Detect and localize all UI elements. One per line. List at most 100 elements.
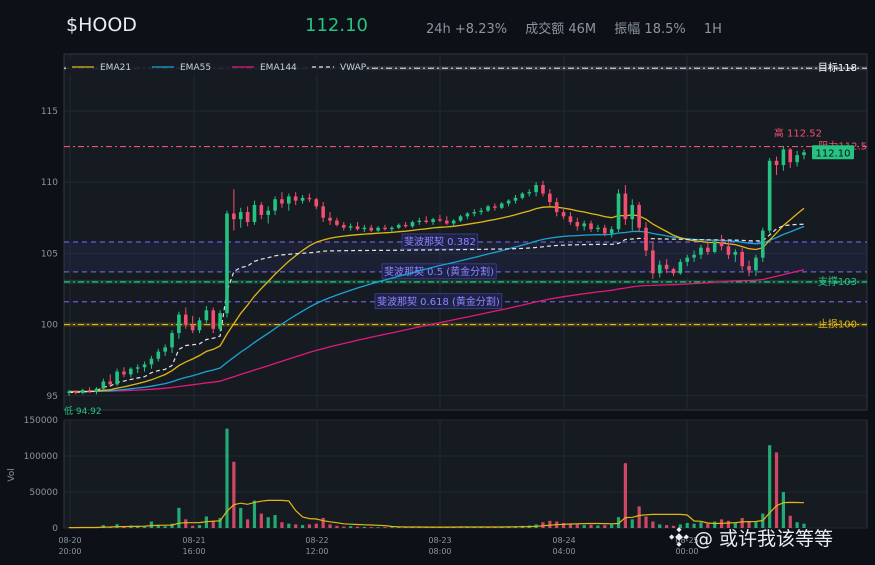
volume-bar: [589, 524, 593, 528]
y-tick-115: 115: [41, 107, 58, 117]
volume-bar: [197, 525, 202, 528]
watermark-text: @ 或许我该等等: [694, 528, 834, 550]
volume-bar: [376, 527, 380, 528]
volume-bar: [245, 519, 250, 528]
volume-bar: [328, 524, 332, 528]
volume-bar: [610, 524, 614, 528]
candle-body: [527, 192, 532, 194]
candle-body: [204, 310, 209, 321]
candle-body: [287, 196, 291, 204]
x-tick-date-4: 08-24: [552, 536, 575, 545]
candle-body: [129, 368, 133, 375]
candle-body: [170, 333, 174, 348]
candle-body: [183, 314, 188, 325]
candle-body: [101, 381, 106, 389]
volume-bar: [658, 524, 662, 528]
candle-body: [774, 160, 779, 166]
candle-body: [218, 313, 222, 329]
candle-body: [87, 390, 92, 392]
volume-bar: [768, 445, 772, 528]
candle-body: [321, 206, 325, 218]
candle-body: [651, 250, 655, 274]
volume-bar: [548, 520, 552, 528]
candle-body: [465, 213, 470, 217]
candle-body: [376, 227, 380, 231]
volume-bar: [781, 492, 785, 528]
volume-bar: [163, 526, 167, 528]
candle-body: [726, 246, 731, 255]
y-tick-100: 100: [41, 321, 58, 331]
volume-bar: [335, 525, 339, 528]
candle-body: [513, 197, 518, 201]
candle-body: [80, 390, 85, 393]
y-tick-95: 95: [47, 392, 58, 402]
volume-bar: [390, 527, 394, 528]
candle-body: [424, 220, 428, 223]
candle-body: [541, 185, 545, 194]
last-price-tag-text: 112.10: [816, 148, 851, 159]
volume-bar: [596, 525, 600, 528]
high-label: 高 112.52: [774, 126, 822, 139]
candle-body: [211, 310, 216, 329]
candle-body: [431, 219, 435, 223]
volume-bar: [232, 461, 236, 528]
candle-body: [225, 213, 229, 314]
x-tick-time-1: 16:00: [182, 547, 205, 556]
candle-body: [266, 210, 271, 215]
candle-body: [245, 212, 250, 223]
volume-bar: [637, 506, 641, 528]
candle-body: [410, 222, 415, 227]
x-tick-date-0: 08-20: [58, 536, 81, 545]
volume-bar: [239, 507, 243, 528]
candle-body: [156, 351, 161, 359]
x-tick-time-4: 04:00: [552, 547, 575, 556]
volume-bar: [369, 527, 373, 528]
candle-body: [355, 226, 360, 230]
candle-body: [596, 227, 600, 230]
candle-body: [197, 320, 202, 331]
candle-body: [575, 222, 580, 227]
volume-bar: [603, 525, 607, 528]
volume-bar: [273, 515, 277, 528]
volume-bar: [252, 500, 257, 528]
vol-y-tick-50000: 50000: [29, 488, 58, 498]
candle-body: [280, 199, 284, 204]
candle-body: [177, 314, 181, 334]
candle-body: [630, 204, 635, 220]
candle-body: [499, 203, 504, 208]
logo-icon: [669, 527, 689, 547]
volume-bar: [184, 519, 188, 528]
y-tick-110: 110: [41, 178, 58, 188]
candle-body: [445, 220, 449, 224]
price-chart: 95100105110115目标118高 112.52阻力112.5支撑103止…: [7, 53, 868, 556]
legend-label-vwap: VWAP: [340, 63, 367, 73]
volume-bar: [582, 525, 586, 528]
volume-panel: [63, 419, 868, 529]
candle-body: [232, 213, 236, 220]
candle-body: [802, 152, 806, 156]
candle-body: [403, 224, 408, 227]
candle-body: [589, 223, 593, 230]
candle-body: [548, 193, 552, 203]
volume-y-label: Vol: [7, 468, 17, 481]
candle-body: [657, 264, 662, 274]
candle-body: [300, 197, 305, 201]
candle-body: [609, 229, 614, 234]
candle-body: [767, 160, 772, 231]
volume-bar: [349, 526, 353, 528]
candle-body: [788, 149, 793, 163]
volume-bar: [651, 521, 655, 528]
support-label: 支撑103: [818, 275, 857, 288]
candle-body: [472, 212, 477, 214]
candle-body: [602, 227, 607, 234]
candle-body: [369, 227, 374, 231]
volume-bar: [294, 524, 298, 528]
candle-body: [74, 391, 78, 393]
candle-body: [671, 269, 676, 274]
candle-body: [534, 185, 538, 193]
legend: EMA21 EMA55 EMA144 VWAP: [66, 58, 367, 74]
volume-bar: [630, 519, 634, 528]
candle-body: [554, 202, 559, 213]
candle-body: [520, 193, 525, 198]
candle-body: [293, 196, 298, 201]
